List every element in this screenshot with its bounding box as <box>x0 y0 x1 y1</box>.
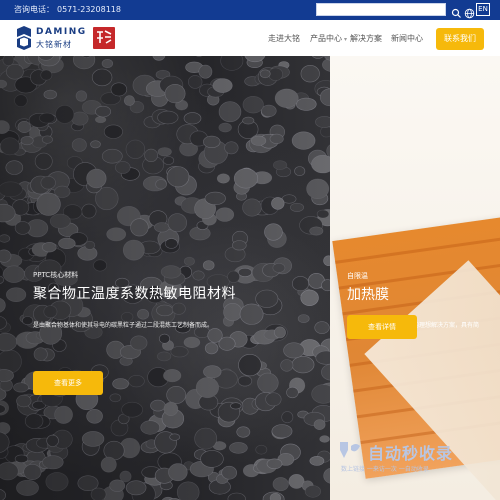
watermark: 自动秒收录 数上链接 一来访一次 一自动收录 <box>332 436 492 476</box>
contact-us-button[interactable]: 联系我们 <box>436 28 484 50</box>
hero-right-title: 加热膜 <box>347 287 389 303</box>
hero-title: 聚合物正温度系数热敏电阻材料 <box>33 286 236 302</box>
company-logo[interactable]: DAMING 大铭新材 <box>14 25 87 51</box>
logo-chinese-name: 大铭新材 <box>36 40 72 49</box>
brand-seal-icon <box>92 26 116 50</box>
logo-english-name: DAMING <box>36 27 87 37</box>
globe-icon[interactable] <box>464 4 475 19</box>
hero-description: 是由聚合物基体和使其导电的碳黑粒子通过二段混炼工艺制备而成。 <box>33 322 214 329</box>
site-header: DAMING 大铭新材 走进大铭 产品中心 ▾ 解决方案 新闻中心 联系我们 <box>0 20 500 56</box>
language-switch-button[interactable]: EN <box>476 3 490 16</box>
top-bar: 咨询电话： 0571-23208118 EN <box>0 0 500 20</box>
logo-mark-icon <box>17 26 31 50</box>
hero-subtitle: PPTC核心材料 <box>33 271 79 279</box>
watermark-subtext: 数上链接 一来访一次 一自动收录 <box>341 466 429 473</box>
search-input[interactable] <box>316 3 446 16</box>
view-more-button[interactable]: 查看更多 <box>33 371 103 395</box>
homepage: 咨询电话： 0571-23208118 EN DAMING 大铭新材 走进大铭 … <box>0 0 500 500</box>
hero-pptc-material: PPTC核心材料 聚合物正温度系数热敏电阻材料 是由聚合物基体和使其导电的碳黑粒… <box>0 56 330 500</box>
nav-news[interactable]: 新闻中心 <box>391 33 423 44</box>
search-icon[interactable] <box>451 4 462 18</box>
phone-contact: 咨询电话： 0571-23208118 <box>14 4 121 15</box>
hero-heating-film: 自限温 加热膜 是目前多种供热加热应用的理想解决方案，具有简单、稳定、安全的特点… <box>330 56 500 500</box>
hero-right-subtitle: 自限温 <box>347 272 368 280</box>
view-details-button[interactable]: 查看详情 <box>347 315 417 339</box>
watermark-logo-icon <box>340 442 360 458</box>
nav-about[interactable]: 走进大铭 <box>268 33 300 44</box>
nav-products[interactable]: 产品中心 ▾ <box>310 33 347 44</box>
caret-down-icon: ▾ <box>344 36 348 43</box>
phone-number: 0571-23208118 <box>57 5 121 14</box>
phone-label: 咨询电话： <box>14 5 54 14</box>
watermark-text: 自动秒收录 <box>368 444 454 463</box>
nav-solutions[interactable]: 解决方案 <box>350 33 382 44</box>
